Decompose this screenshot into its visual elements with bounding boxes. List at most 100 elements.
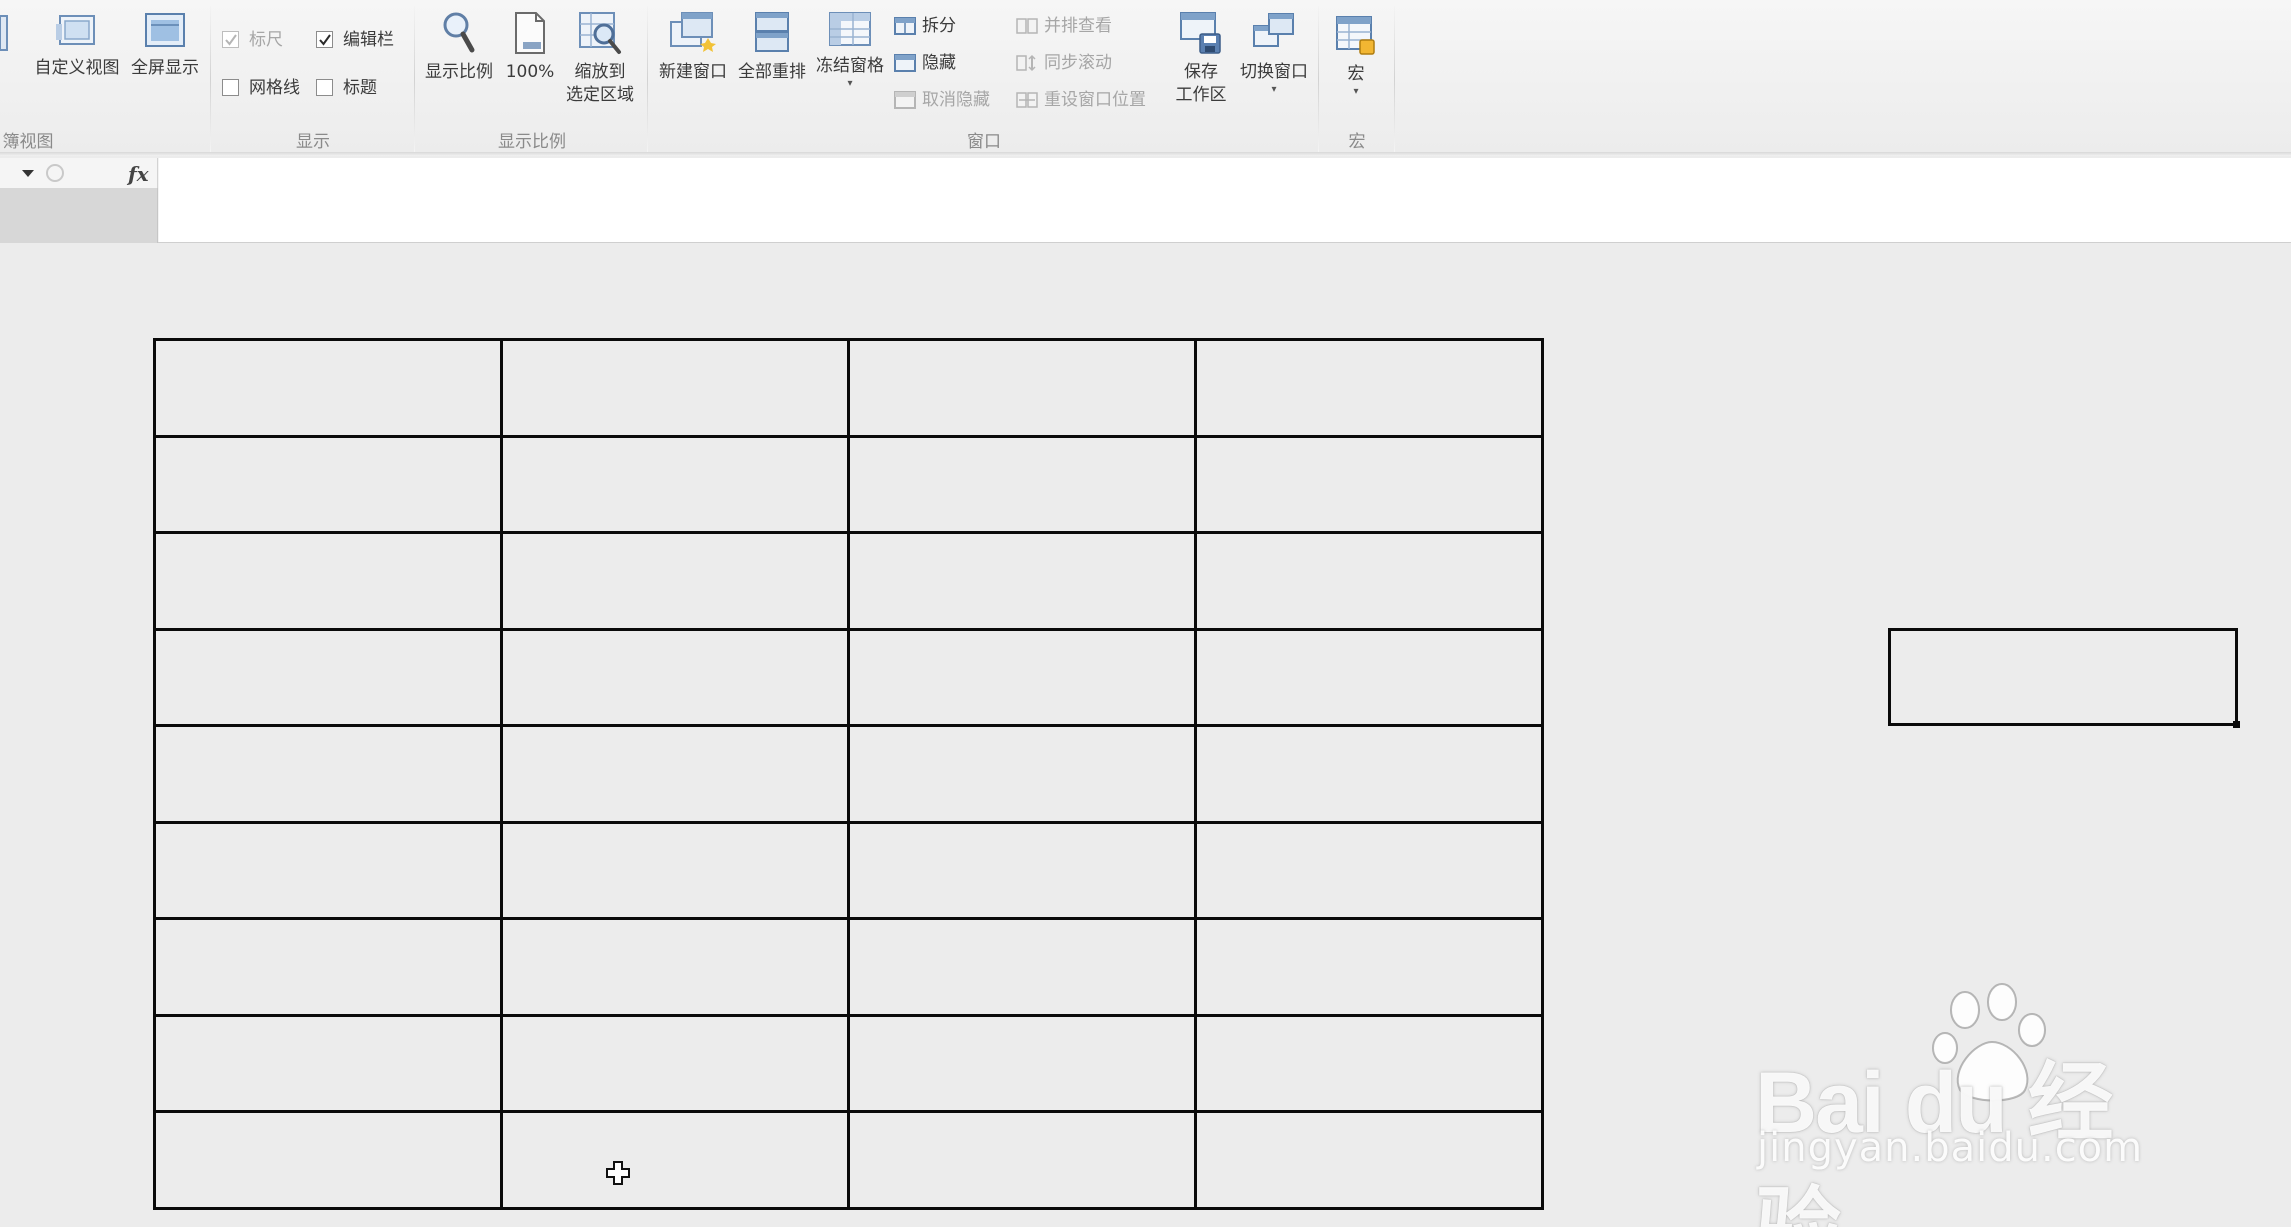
- table-cell[interactable]: [153, 531, 503, 631]
- switch-windows-button[interactable]: 切换窗口 ▾: [1236, 10, 1312, 96]
- unhide-button[interactable]: 取消隐藏: [894, 88, 990, 112]
- table-cell[interactable]: [500, 1110, 850, 1210]
- table-cell[interactable]: [153, 917, 503, 1017]
- table-row: [153, 1013, 1544, 1113]
- save-workspace-button[interactable]: 保存 工作区: [1168, 10, 1234, 107]
- table-cell[interactable]: [500, 627, 850, 727]
- table-cell[interactable]: [153, 627, 503, 727]
- hide-label: 隐藏: [922, 53, 956, 73]
- table-cell[interactable]: [153, 724, 503, 824]
- table-cell[interactable]: [500, 917, 850, 1017]
- table-cell[interactable]: [153, 820, 503, 920]
- table-cell[interactable]: [153, 1110, 503, 1210]
- freeze-panes-dropdown-icon: ▾: [847, 78, 853, 89]
- full-screen-icon: [145, 13, 185, 47]
- macros-label: 宏: [1347, 64, 1365, 84]
- custom-view-button[interactable]: 自定义视图: [32, 12, 122, 80]
- table-cell[interactable]: [500, 820, 850, 920]
- table-cell[interactable]: [500, 434, 850, 534]
- full-screen-button[interactable]: 全屏显示: [126, 12, 204, 80]
- table-row: [153, 531, 1544, 631]
- selected-cell[interactable]: [1888, 628, 2240, 728]
- cancel-icon[interactable]: [46, 164, 64, 182]
- switch-windows-icon: [1253, 13, 1294, 47]
- table-cell[interactable]: [847, 627, 1197, 727]
- insert-function-icon[interactable]: fx: [128, 162, 149, 186]
- synchronous-scrolling-button[interactable]: 同步滚动: [1016, 51, 1112, 75]
- table-cell[interactable]: [500, 724, 850, 824]
- separator: [414, 6, 415, 152]
- split-label: 拆分: [922, 16, 956, 36]
- baidu-watermark: Bai du 经验 jingyan.baidu.com: [1755, 980, 2175, 1227]
- table-cell[interactable]: [1194, 820, 1544, 920]
- ruler-check-icon: [222, 31, 239, 48]
- gridlines-checkbox[interactable]: 网格线: [222, 76, 300, 100]
- separator: [1394, 6, 1395, 152]
- table-cell[interactable]: [1194, 917, 1544, 1017]
- bordered-table[interactable]: [153, 338, 1544, 1210]
- freeze-panes-button[interactable]: 冻结窗格 ▾: [812, 10, 888, 90]
- table-cell[interactable]: [1194, 338, 1544, 438]
- reset-window-position-label: 重设窗口位置: [1044, 90, 1146, 110]
- view-side-by-side-label: 并排查看: [1044, 16, 1112, 36]
- headings-checkbox[interactable]: 标题: [316, 76, 377, 100]
- table-cell[interactable]: [847, 1110, 1197, 1210]
- freeze-panes-icon: [829, 12, 871, 46]
- hide-button[interactable]: 隐藏: [894, 51, 956, 75]
- gridlines-label: 网格线: [249, 78, 300, 98]
- table-cell[interactable]: [500, 1013, 850, 1113]
- sync-scroll-icon: [1016, 54, 1036, 72]
- new-window-label: 新建窗口: [659, 62, 727, 82]
- new-window-button[interactable]: 新建窗口: [655, 10, 731, 84]
- table-cell[interactable]: [847, 531, 1197, 631]
- table-cell[interactable]: [847, 820, 1197, 920]
- formula-input[interactable]: [159, 158, 2291, 242]
- hide-window-icon: [894, 54, 916, 72]
- table-cell[interactable]: [1194, 627, 1544, 727]
- chevron-down-icon[interactable]: [22, 170, 34, 178]
- table-cell[interactable]: [500, 531, 850, 631]
- table-cell[interactable]: [847, 1013, 1197, 1113]
- custom-view-label: 自定义视图: [34, 58, 120, 78]
- table-cell[interactable]: [847, 917, 1197, 1017]
- name-box-shadow: [0, 188, 158, 243]
- table-cell[interactable]: [847, 724, 1197, 824]
- arrange-all-button[interactable]: 全部重排: [734, 10, 810, 84]
- headings-label: 标题: [343, 78, 377, 98]
- table-cell[interactable]: [153, 434, 503, 534]
- reset-window-position-button[interactable]: 重设窗口位置: [1016, 88, 1146, 112]
- table-cell[interactable]: [1194, 1110, 1544, 1210]
- formula-bar-check-icon: [316, 31, 333, 48]
- switch-windows-dropdown-icon: ▾: [1271, 84, 1277, 95]
- macros-group-label: 宏: [1348, 132, 1366, 152]
- zoom-button[interactable]: 显示比例: [420, 10, 498, 84]
- watermark-url: jingyan.baidu.com: [1757, 1125, 2144, 1171]
- split-button[interactable]: 拆分: [894, 14, 956, 38]
- macros-button[interactable]: 宏 ▾: [1324, 14, 1388, 98]
- zoom-100-button[interactable]: 100%: [502, 10, 558, 84]
- zoom-to-selection-button[interactable]: 缩放到 选定区域: [560, 10, 640, 107]
- table-cell[interactable]: [1194, 434, 1544, 534]
- table-cell[interactable]: [1194, 531, 1544, 631]
- table-cell[interactable]: [153, 338, 503, 438]
- table-cell[interactable]: [1194, 724, 1544, 824]
- page-layout-view-icon[interactable]: [0, 14, 10, 54]
- switch-windows-label: 切换窗口: [1240, 62, 1308, 82]
- zoom-to-selection-label-2: 选定区域: [566, 85, 634, 105]
- workbook-views-group-label: 簿视图: [2, 132, 54, 152]
- formula-bar-checkbox[interactable]: 编辑栏: [316, 28, 394, 52]
- split-icon: [894, 17, 916, 35]
- table-cell[interactable]: [847, 434, 1197, 534]
- ribbon: 自定义视图 全屏显示 簿视图 标尺 编辑栏 网格线 标题 显示 显示比例 100…: [0, 0, 2291, 155]
- table-cell[interactable]: [153, 1013, 503, 1113]
- formula-bar-label: 编辑栏: [343, 30, 394, 50]
- ruler-checkbox[interactable]: 标尺: [222, 28, 283, 52]
- table-row: [153, 917, 1544, 1017]
- table-cell[interactable]: [847, 338, 1197, 438]
- reset-position-icon: [1016, 92, 1038, 108]
- headings-check-icon: [316, 79, 333, 96]
- table-cell[interactable]: [1194, 1013, 1544, 1113]
- view-side-by-side-button[interactable]: 并排查看: [1016, 14, 1112, 38]
- fill-handle[interactable]: [2233, 721, 2240, 728]
- table-cell[interactable]: [500, 338, 850, 438]
